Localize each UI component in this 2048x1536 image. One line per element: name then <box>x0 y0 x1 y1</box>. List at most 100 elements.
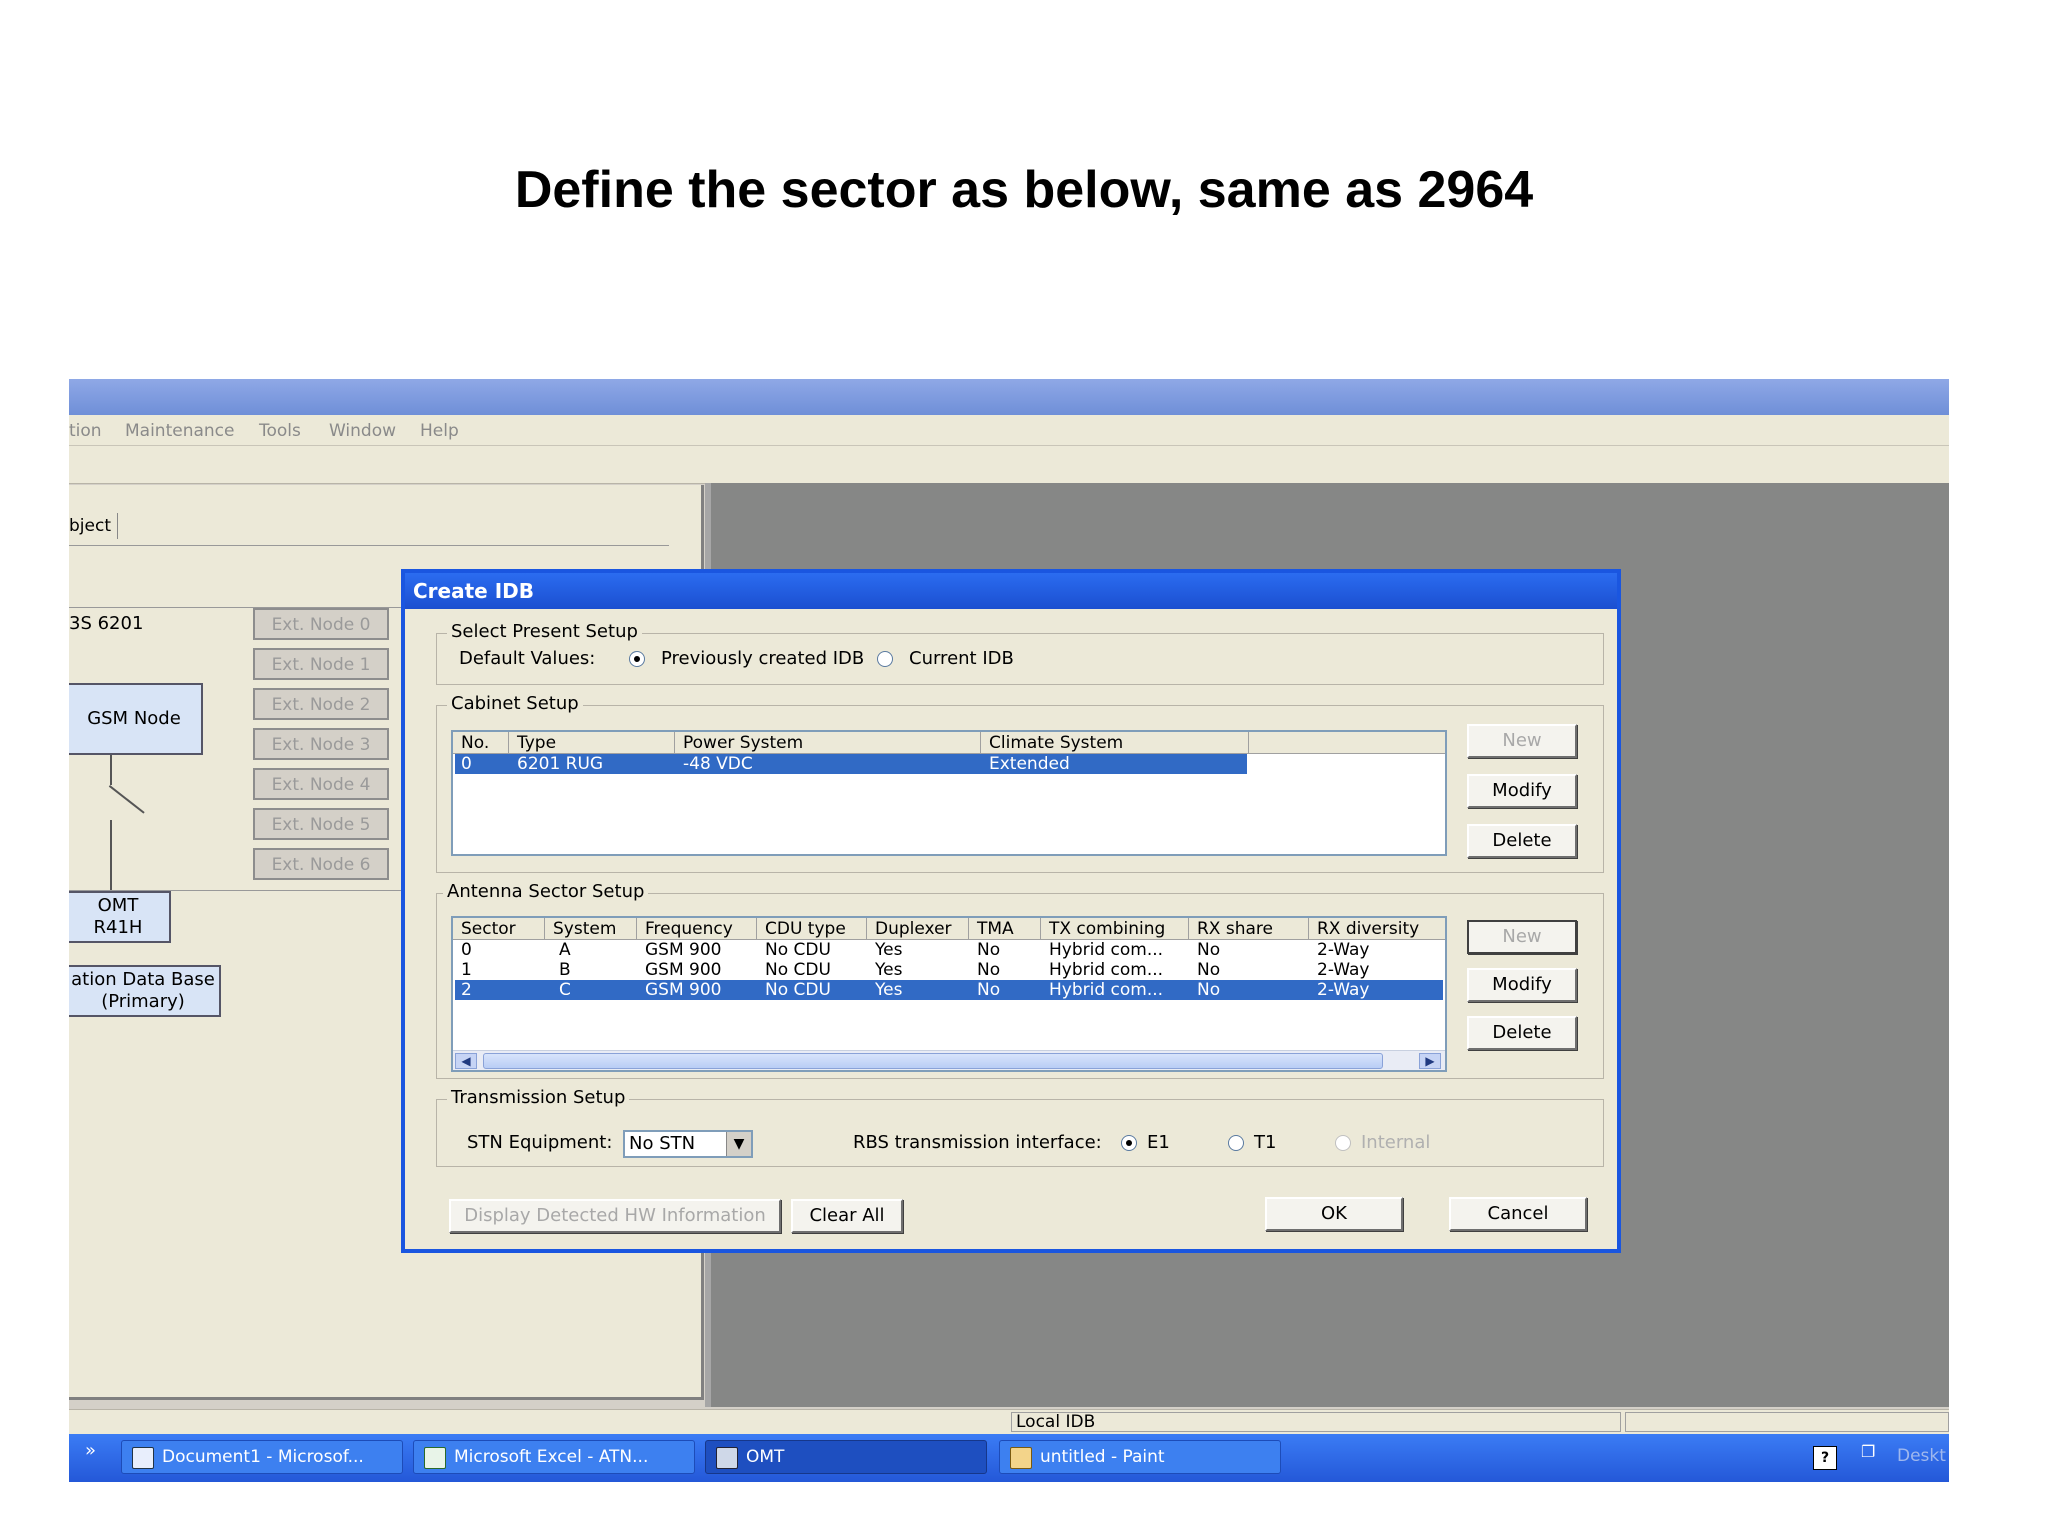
cabinet-modify-button[interactable]: Modify <box>1467 774 1577 808</box>
menu-bar: tion Maintenance Tools Window Help <box>69 415 1949 446</box>
task-label: Microsoft Excel - ATN... <box>454 1447 649 1467</box>
table-cell: 2-Way <box>1317 940 1370 960</box>
task-label: untitled - Paint <box>1040 1447 1165 1467</box>
radio-previous-idb-label[interactable]: Previously created IDB <box>661 648 864 669</box>
task-paint[interactable]: untitled - Paint <box>999 1440 1281 1474</box>
radio-current-idb-label[interactable]: Current IDB <box>909 648 1014 669</box>
scroll-left-icon[interactable]: ◀ <box>455 1053 477 1069</box>
column-header[interactable]: Frequency <box>637 918 757 940</box>
transmission-setup-group: Transmission Setup STN Equipment: No STN… <box>436 1087 1604 1167</box>
divider <box>69 545 669 546</box>
menu-item-tools[interactable]: Tools <box>259 421 301 441</box>
radio-t1[interactable] <box>1228 1135 1244 1151</box>
task-excel[interactable]: Microsoft Excel - ATN... <box>413 1440 695 1474</box>
connector-switch <box>108 785 145 814</box>
cabinet-list[interactable]: No. Type Power System Climate System 0 6… <box>451 730 1447 856</box>
omt-label: OMT <box>97 895 139 916</box>
column-header[interactable]: TX combining <box>1041 918 1189 940</box>
column-header[interactable]: Type <box>509 732 675 754</box>
table-row-selected[interactable]: 2 C GSM 900 No CDU Yes No Hybrid com... … <box>455 980 1443 1000</box>
radio-current-idb[interactable] <box>877 651 893 667</box>
table-row[interactable]: 1 B GSM 900 No CDU Yes No Hybrid com... … <box>455 960 1443 980</box>
antenna-sector-list[interactable]: Sector System Frequency CDU type Duplexe… <box>451 916 1447 1072</box>
menu-item-action[interactable]: tion <box>69 421 102 441</box>
column-header[interactable]: CDU type <box>757 918 867 940</box>
slide-title: Define the sector as below, same as 2964 <box>514 161 1534 219</box>
ext-node-6-button[interactable]: Ext. Node 6 <box>253 848 389 880</box>
horizontal-scrollbar[interactable]: ◀ ▶ <box>453 1050 1445 1070</box>
table-cell: No CDU <box>765 960 831 980</box>
cabinet-new-button[interactable]: New <box>1467 724 1577 758</box>
column-header[interactable]: System <box>545 918 637 940</box>
table-cell: C <box>559 980 571 1000</box>
antenna-new-button[interactable]: New <box>1467 920 1577 954</box>
ext-node-1-button[interactable]: Ext. Node 1 <box>253 648 389 680</box>
ext-node-0-button[interactable]: Ext. Node 0 <box>253 608 389 640</box>
stn-equipment-select[interactable]: No STN ▼ <box>623 1130 753 1158</box>
radio-e1-label[interactable]: E1 <box>1147 1132 1170 1153</box>
menu-item-window[interactable]: Window <box>329 421 396 441</box>
table-cell: No <box>1197 980 1221 1000</box>
column-header[interactable]: No. <box>453 732 509 754</box>
task-word-document[interactable]: Document1 - Microsof... <box>121 1440 403 1474</box>
column-header[interactable]: Duplexer <box>867 918 969 940</box>
menu-item-help[interactable]: Help <box>420 421 459 441</box>
table-cell: 0 <box>461 754 472 774</box>
radio-t1-label[interactable]: T1 <box>1254 1132 1276 1153</box>
column-header[interactable]: TMA <box>969 918 1041 940</box>
help-icon[interactable]: ? <box>1813 1446 1837 1470</box>
table-cell: GSM 900 <box>645 960 722 980</box>
taskbar: » Document1 - Microsof... Microsoft Exce… <box>69 1434 1949 1482</box>
menu-item-maintenance[interactable]: Maintenance <box>125 421 234 441</box>
status-panel-empty <box>1625 1412 1949 1432</box>
antenna-modify-button[interactable]: Modify <box>1467 968 1577 1002</box>
column-header[interactable]: Sector <box>453 918 545 940</box>
taskbar-chevron-icon[interactable]: » <box>85 1440 96 1461</box>
desktop-toolbar-label[interactable]: Deskt <box>1897 1446 1946 1466</box>
table-cell: A <box>559 940 571 960</box>
table-row[interactable]: 0 6201 RUG -48 VDC Extended <box>455 754 1247 774</box>
cancel-button[interactable]: Cancel <box>1449 1197 1587 1231</box>
radio-internal[interactable] <box>1335 1135 1351 1151</box>
ext-node-4-button[interactable]: Ext. Node 4 <box>253 768 389 800</box>
table-cell: No <box>1197 940 1221 960</box>
restore-window-icon[interactable]: ❐ <box>1861 1442 1875 1461</box>
database-node-box[interactable]: ation Data Base (Primary) <box>69 965 221 1017</box>
clear-all-button[interactable]: Clear All <box>791 1199 903 1233</box>
ext-node-2-button[interactable]: Ext. Node 2 <box>253 688 389 720</box>
table-cell: 0 <box>461 940 472 960</box>
table-cell: No <box>977 980 1001 1000</box>
stn-equipment-value: No STN <box>629 1133 696 1154</box>
gsm-node-box[interactable]: GSM Node <box>69 683 203 755</box>
radio-e1[interactable] <box>1121 1135 1137 1151</box>
database-type-label: (Primary) <box>101 991 185 1012</box>
scroll-right-icon[interactable]: ▶ <box>1419 1053 1441 1069</box>
ok-button[interactable]: OK <box>1265 1197 1403 1231</box>
scrollbar-thumb[interactable] <box>483 1053 1383 1069</box>
ext-node-5-button[interactable]: Ext. Node 5 <box>253 808 389 840</box>
column-header[interactable]: RX share <box>1189 918 1309 940</box>
chevron-down-icon[interactable]: ▼ <box>726 1132 751 1156</box>
cabinet-delete-button[interactable]: Delete <box>1467 824 1577 858</box>
table-cell: 1 <box>461 960 472 980</box>
omt-node-box[interactable]: OMT R41H <box>69 891 171 943</box>
task-omt[interactable]: OMT <box>705 1440 987 1474</box>
table-cell: Yes <box>875 940 903 960</box>
tab-object[interactable]: bject <box>69 513 118 539</box>
database-label: ation Data Base <box>71 969 215 990</box>
omt-model-label: R41H <box>93 917 143 938</box>
radio-previous-idb[interactable] <box>629 651 645 667</box>
paint-icon <box>1010 1447 1032 1469</box>
table-cell: No <box>977 960 1001 980</box>
table-row[interactable]: 0 A GSM 900 No CDU Yes No Hybrid com... … <box>455 940 1443 960</box>
connector-line <box>110 820 112 892</box>
column-header[interactable]: RX diversity <box>1309 918 1445 940</box>
antenna-sector-group: Antenna Sector Setup Sector System Frequ… <box>436 881 1604 1079</box>
display-hw-button[interactable]: Display Detected HW Information <box>449 1199 781 1233</box>
antenna-delete-button[interactable]: Delete <box>1467 1016 1577 1050</box>
column-header[interactable]: Climate System <box>981 732 1249 754</box>
ext-node-3-button[interactable]: Ext. Node 3 <box>253 728 389 760</box>
radio-internal-label[interactable]: Internal <box>1361 1132 1430 1153</box>
column-header[interactable]: Power System <box>675 732 981 754</box>
table-cell: No CDU <box>765 940 831 960</box>
